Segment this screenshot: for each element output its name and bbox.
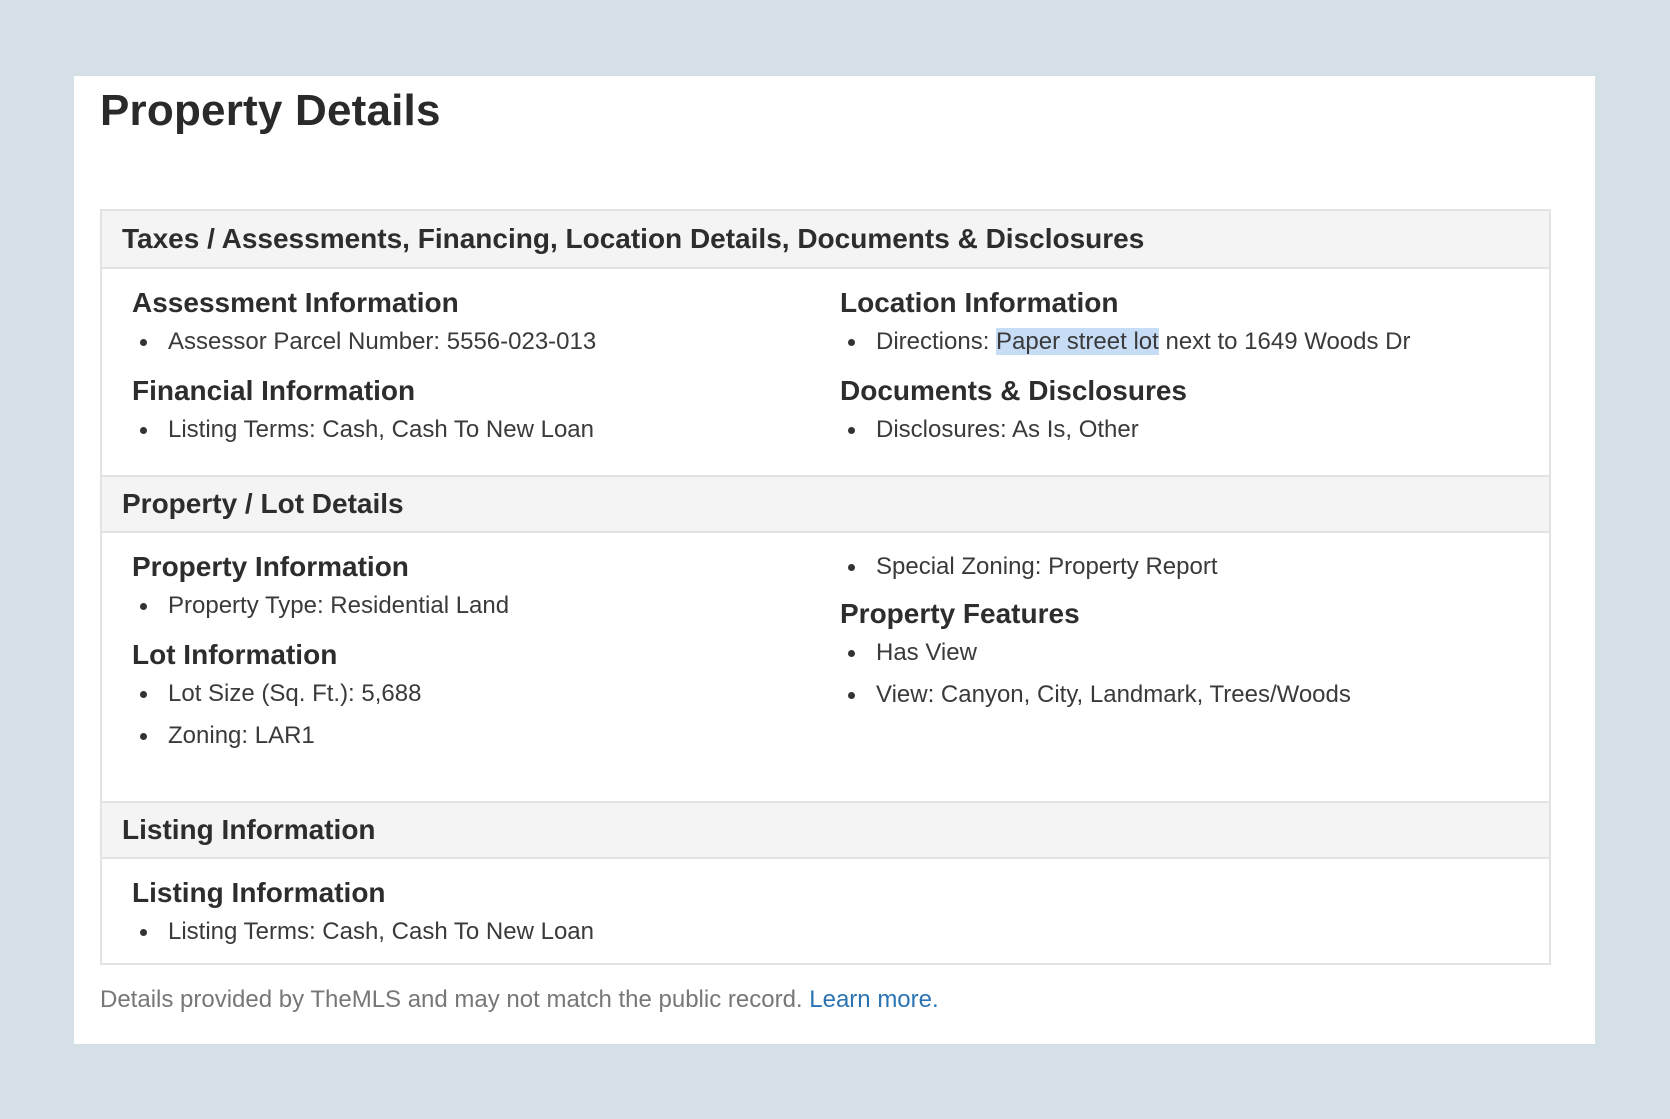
property-information-heading: Property Information — [132, 551, 409, 582]
footer-note-text: Details provided by TheMLS and may not m… — [100, 986, 803, 1013]
list-item: Special Zoning: Property Report — [840, 546, 1549, 588]
list-item: View: Canyon, City, Landmark, Trees/Wood… — [840, 674, 1549, 716]
page-title: Property Details — [100, 86, 441, 135]
list-item: Listing Terms: Cash, Cash To New Loan — [132, 911, 840, 953]
list-item: Assessor Parcel Number: 5556-023-013 — [132, 321, 840, 363]
property-features-list: Has View View: Canyon, City, Landmark, T… — [840, 632, 1549, 716]
list-item: Lot Size (Sq. Ft.): 5,688 — [132, 673, 840, 715]
directions-item: Directions: Paper street lot next to 164… — [840, 321, 1549, 363]
assessment-information-heading: Assessment Information — [132, 287, 459, 318]
section-header-taxes: Taxes / Assessments, Financing, Location… — [102, 211, 1549, 269]
section-header-property-lot: Property / Lot Details — [102, 475, 1549, 533]
location-information-heading: Location Information — [840, 287, 1119, 318]
special-zoning-list: Special Zoning: Property Report — [840, 546, 1549, 588]
section-header-listing: Listing Information — [102, 801, 1549, 859]
list-item: Disclosures: As Is, Other — [840, 409, 1549, 451]
list-item: Property Type: Residential Land — [132, 585, 840, 627]
lot-information-list: Lot Size (Sq. Ft.): 5,688 Zoning: LAR1 — [132, 673, 840, 757]
selected-text-highlight[interactable]: Paper street lot — [996, 328, 1159, 355]
footer-disclaimer: Details provided by TheMLS and may not m… — [100, 986, 939, 1014]
list-item: Has View — [840, 632, 1549, 674]
property-information-list: Property Type: Residential Land — [132, 585, 840, 627]
documents-disclosures-heading: Documents & Disclosures — [840, 375, 1187, 406]
list-item: Zoning: LAR1 — [132, 715, 840, 757]
lot-information-heading: Lot Information — [132, 639, 338, 670]
financial-information-heading: Financial Information — [132, 375, 416, 406]
section-left-column: Assessment Information Assessor Parcel N… — [132, 285, 840, 475]
section-right-column: Location Information Directions: Paper s… — [840, 285, 1549, 475]
assessment-information-list: Assessor Parcel Number: 5556-023-013 — [132, 321, 840, 363]
documents-disclosures-list: Disclosures: As Is, Other — [840, 409, 1549, 451]
learn-more-link[interactable]: Learn more. — [809, 986, 938, 1013]
section-body-property-lot: Property Information Property Type: Resi… — [102, 533, 1549, 801]
location-information-list: Directions: Paper street lot next to 164… — [840, 321, 1549, 363]
property-details-card: Property Details Taxes / Assessments, Fi… — [74, 76, 1595, 1044]
listing-information-heading: Listing Information — [132, 877, 386, 908]
property-details-panel: Taxes / Assessments, Financing, Location… — [100, 209, 1551, 965]
directions-rest: next to 1649 Woods Dr — [1158, 328, 1411, 355]
section-left-column: Property Information Property Type: Resi… — [132, 549, 840, 801]
list-item: Listing Terms: Cash, Cash To New Loan — [132, 409, 840, 451]
directions-label: Directions: — [876, 328, 997, 355]
section-body-taxes: Assessment Information Assessor Parcel N… — [102, 269, 1549, 475]
section-right-column: Special Zoning: Property Report Property… — [840, 549, 1549, 801]
property-features-heading: Property Features — [840, 598, 1080, 629]
listing-information-list: Listing Terms: Cash, Cash To New Loan — [132, 911, 840, 953]
section-body-listing: Listing Information Listing Terms: Cash,… — [102, 859, 1549, 963]
financial-information-list: Listing Terms: Cash, Cash To New Loan — [132, 409, 840, 451]
section-left-column: Listing Information Listing Terms: Cash,… — [132, 875, 840, 963]
